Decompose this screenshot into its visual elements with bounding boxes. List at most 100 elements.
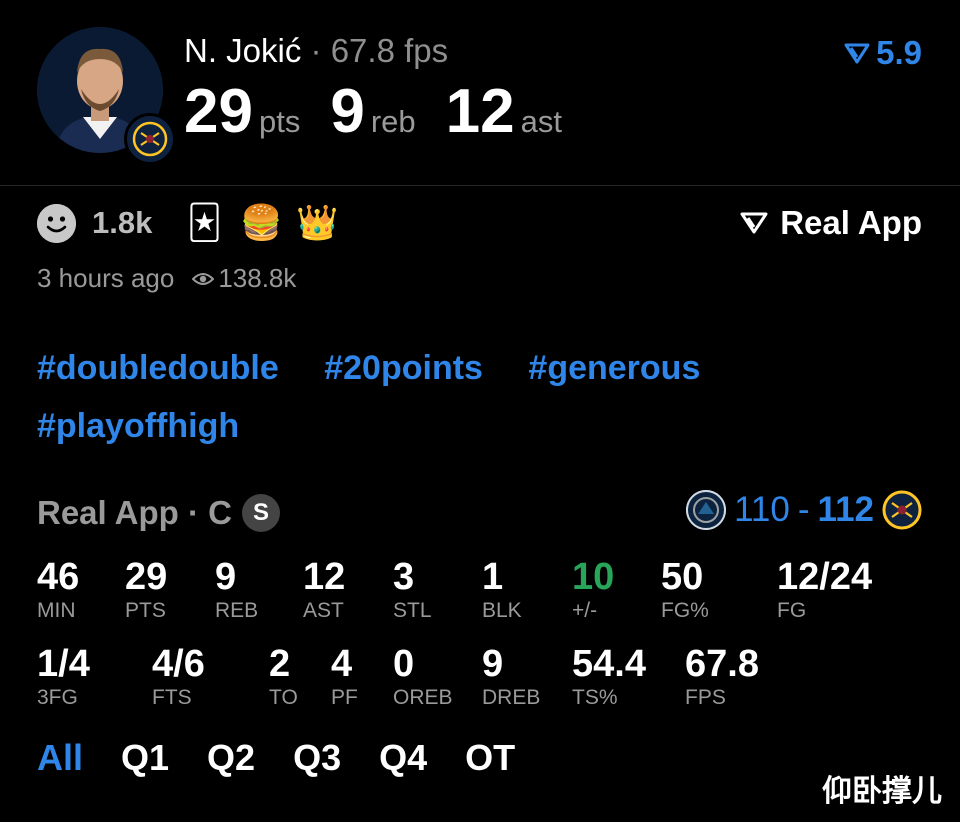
stat-value: 12/24 [777, 556, 873, 598]
stat-value: 4/6 [152, 643, 205, 685]
rating-value: 5.9 [876, 34, 922, 71]
stat-fg: 12/24 FG [777, 556, 872, 624]
stat-label: DREB [482, 686, 541, 709]
hashtag[interactable]: #playoffhigh [37, 397, 239, 455]
stat-label: MIN [37, 599, 76, 622]
stat-value: 50 [661, 556, 704, 598]
stat-fps: 67.8 FPS [685, 643, 759, 711]
stat-value: 10 [572, 556, 615, 598]
stat-value: 67.8 [685, 643, 759, 685]
nuggets-logo-icon [124, 113, 176, 165]
stat-label: TS% [572, 686, 618, 709]
stat-fts: 4/6 FTS [152, 643, 205, 711]
pts-value: 29 [184, 77, 253, 146]
stat-label: STL [393, 599, 432, 622]
source-label: Real App · C [37, 494, 232, 531]
post-meta: 3 hours ago 138.8k [37, 263, 296, 294]
reaction-smiley-icon[interactable] [37, 203, 76, 243]
ast-value: 12 [445, 77, 515, 146]
reaction-crown-icon[interactable]: 👑 [296, 203, 338, 243]
stat-dreb: 9 DREB [482, 643, 540, 711]
stat-ast: 12 AST [303, 556, 345, 624]
stat-value: 12 [303, 556, 346, 598]
view-count: 138.8k [218, 263, 297, 293]
stat-label: PTS [125, 599, 166, 622]
stat-value: 9 [482, 643, 504, 685]
separator: · [310, 32, 322, 69]
stat-value: 29 [125, 556, 168, 598]
stat-value: 2 [269, 643, 291, 685]
hashtags: #doubledouble #20points #generous #playo… [37, 339, 897, 455]
real-logo-icon [844, 43, 870, 64]
stat-label: TO [269, 686, 298, 709]
reaction-joker-icon[interactable]: 🃏 [184, 203, 224, 243]
stat-3fg: 1/4 3FG [37, 643, 90, 711]
stat-plus-minus: 10 +/- [572, 556, 614, 624]
stat-value: 0 [393, 643, 415, 685]
tab-q3[interactable]: Q3 [293, 737, 341, 779]
ast-unit: ast [520, 104, 562, 139]
reb-unit: reb [370, 104, 416, 139]
stat-value: 4 [331, 643, 353, 685]
tab-ot[interactable]: OT [465, 737, 515, 779]
hashtag[interactable]: #20points [324, 339, 483, 397]
stat-pts: 29 PTS [125, 556, 167, 624]
stat-label: PF [331, 686, 358, 709]
stat-value: 1 [482, 556, 504, 598]
real-app-brand[interactable]: Real App [740, 204, 922, 242]
stat-to: 2 TO [269, 643, 298, 711]
stat-label: 3FG [37, 686, 78, 709]
rating-button[interactable]: 5.9 [844, 34, 922, 72]
game-score[interactable]: 110 - 112 [686, 490, 922, 530]
reb-value: 9 [330, 77, 365, 146]
brand-label: Real App [780, 204, 922, 241]
reaction-count: 1.8k [92, 205, 153, 240]
stat-label: OREB [393, 686, 453, 709]
score-away: 110 [734, 490, 790, 529]
tab-all[interactable]: All [37, 737, 83, 779]
stat-label: AST [303, 599, 344, 622]
game-source: Real App · C S [37, 494, 280, 532]
player-name-line: N. Jokić · 67.8 fps [184, 32, 448, 70]
watermark: 仰卧撑儿 [822, 775, 942, 808]
fps-label: 67.8 fps [330, 32, 449, 69]
pts-unit: pts [258, 104, 301, 139]
stat-label: FTS [152, 686, 192, 709]
stat-label: FPS [685, 686, 726, 709]
hashtag[interactable]: #generous [528, 339, 700, 397]
reactions-row: 1.8k 🃏 🍔 👑 [37, 203, 339, 243]
views: 138.8k [192, 263, 296, 294]
reaction-burger-icon[interactable]: 🍔 [240, 203, 282, 243]
stat-stl: 3 STL [393, 556, 432, 624]
stat-min: 46 MIN [37, 556, 79, 624]
score-dash: - [797, 490, 810, 529]
real-logo-icon [740, 212, 768, 234]
stat-blk: 1 BLK [482, 556, 522, 624]
divider [0, 185, 960, 186]
stat-fg-pct: 50 FG% [661, 556, 709, 624]
starter-badge: S [241, 494, 280, 532]
period-tabs: All Q1 Q2 Q3 Q4 OT [37, 737, 515, 779]
stat-value: 46 [37, 556, 80, 598]
stat-label: FG [777, 599, 807, 622]
tab-q2[interactable]: Q2 [207, 737, 255, 779]
stat-value: 9 [215, 556, 237, 598]
nuggets-logo-icon [882, 490, 922, 530]
tab-q4[interactable]: Q4 [379, 737, 427, 779]
hashtag[interactable]: #doubledouble [37, 339, 279, 397]
stat-label: +/- [572, 599, 598, 622]
tab-q1[interactable]: Q1 [121, 737, 169, 779]
stat-oreb: 0 OREB [393, 643, 453, 711]
stat-label: BLK [482, 599, 522, 622]
stat-value: 1/4 [37, 643, 90, 685]
eye-icon [192, 272, 215, 285]
stat-reb: 9 REB [215, 556, 258, 624]
timberwolves-logo-icon [686, 490, 727, 530]
stat-label: REB [215, 599, 259, 622]
player-name[interactable]: N. Jokić [184, 32, 301, 69]
stat-label: FG% [661, 599, 709, 622]
score-home: 112 [817, 490, 874, 529]
stat-value: 3 [393, 556, 415, 598]
stat-value: 54.4 [572, 643, 646, 685]
headline-stats: 29 pts 9 reb 12 ast [184, 76, 592, 147]
